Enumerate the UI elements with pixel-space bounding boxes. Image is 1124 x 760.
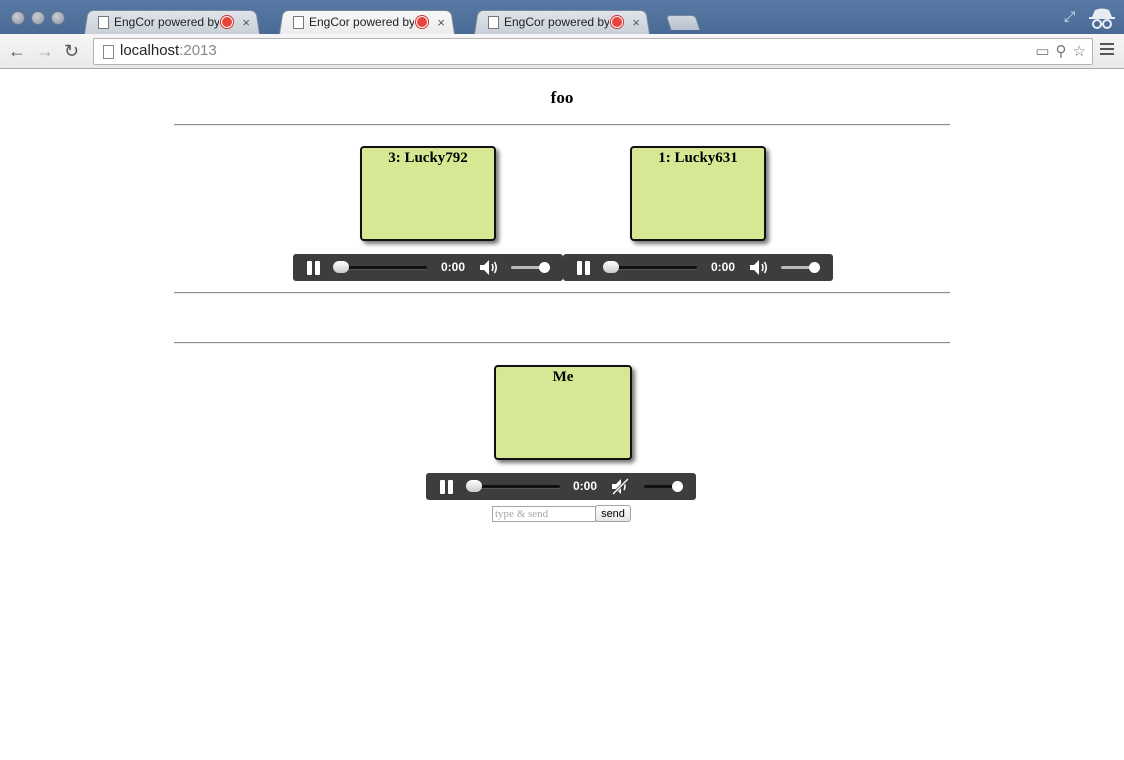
page-title: foo [550,88,574,107]
reload-icon[interactable]: ↻ [64,41,79,62]
incognito-icon [1089,8,1115,29]
recording-indicator-icon [416,16,429,28]
tab-title: EngCor powered by WebRTC [114,15,220,29]
volume-knob[interactable] [672,481,683,492]
seek-knob[interactable] [466,480,482,492]
pause-icon[interactable] [577,261,591,275]
pause-icon[interactable] [440,480,454,494]
tab-close-icon[interactable]: × [632,15,640,30]
recording-indicator-icon [221,16,234,28]
url-text: localhost:2013 [120,42,217,59]
volume-knob[interactable] [809,262,820,273]
page-icon [488,15,499,29]
page-icon [293,15,304,29]
address-bar[interactable]: localhost:2013 ▭ ⚲ ☆ [93,38,1093,65]
seek-knob[interactable] [603,261,619,273]
volume-icon[interactable] [479,259,499,276]
window-zoom-button[interactable] [51,11,65,25]
divider [174,292,950,294]
volume-icon[interactable] [749,259,769,276]
time-display: 0:00 [573,479,598,493]
seek-knob[interactable] [333,261,349,273]
time-display: 0:00 [711,260,736,274]
tab-close-icon[interactable]: × [437,15,445,30]
menu-icon[interactable] [1100,43,1114,58]
back-icon[interactable]: ← [8,41,26,62]
camera-icon[interactable]: ▭ [1035,42,1049,60]
media-controls: 0:00 [426,473,696,500]
divider [174,124,950,126]
media-controls: 0:00 [293,254,563,281]
time-display: 0:00 [441,260,466,274]
browser-tab-active[interactable]: EngCor powered by WebRTC × [279,9,455,35]
tab-title: EngCor powered by WebRTC [309,15,415,29]
window-minimize-button[interactable] [31,11,45,25]
forward-icon[interactable]: → [36,41,54,62]
window-close-button[interactable] [11,11,25,25]
recording-indicator-icon [611,16,624,28]
bookmark-star-icon[interactable]: ☆ [1073,42,1086,60]
chat-input[interactable] [492,506,596,522]
remote-video[interactable]: 1: Lucky631 [630,146,766,241]
remote-video[interactable]: 3: Lucky792 [360,146,496,241]
search-icon[interactable]: ⚲ [1056,42,1067,60]
new-tab-button[interactable] [665,15,701,30]
browser-tab-strip: EngCor powered by WebRTC × EngCor powere… [0,0,1124,35]
video-label: 1: Lucky631 [658,150,738,166]
browser-tab[interactable]: EngCor powered by WebRTC × [474,9,650,35]
page-icon [103,45,114,59]
tab-close-icon[interactable]: × [242,15,250,30]
video-label: Me [552,369,574,385]
tab-title: EngCor powered by WebRTC [504,15,610,29]
local-video[interactable]: Me [494,365,632,460]
video-label: 3: Lucky792 [388,150,468,166]
divider [174,342,950,344]
fullscreen-icon[interactable]: ⤢ [1064,8,1075,25]
pause-icon[interactable] [307,261,321,275]
browser-tab[interactable]: EngCor powered by WebRTC × [84,9,260,35]
page-icon [98,15,109,29]
volume-knob[interactable] [539,262,550,273]
send-button[interactable]: send [595,505,631,522]
muted-volume-icon[interactable] [611,478,631,495]
media-controls: 0:00 [563,254,833,281]
browser-toolbar: ← → ↻ localhost:2013 ▭ ⚲ ☆ [0,34,1124,69]
